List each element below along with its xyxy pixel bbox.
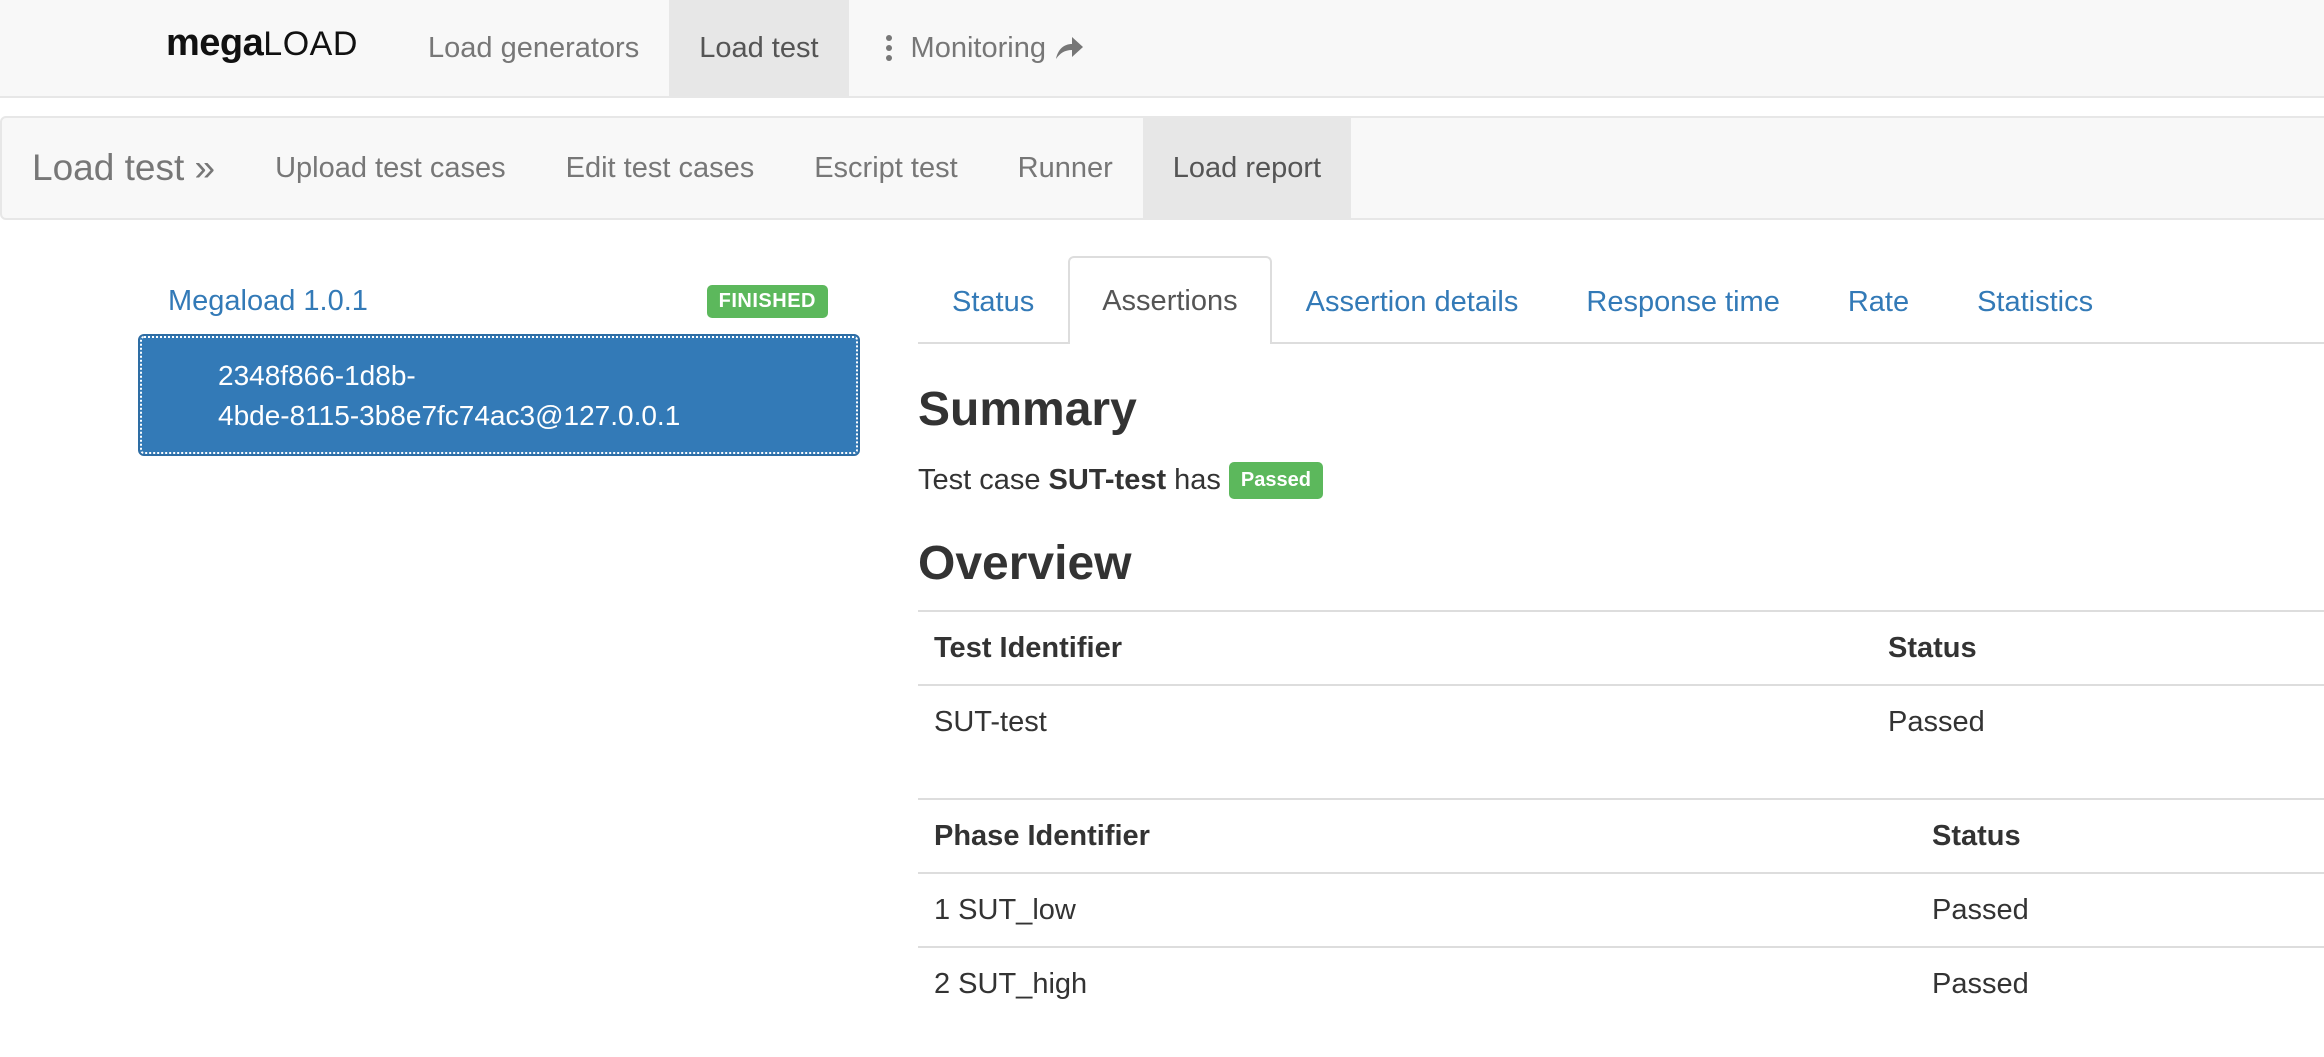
column-header: Phase Identifier <box>918 798 1916 874</box>
tab-rate[interactable]: Rate <box>1814 258 1943 344</box>
column-header: Status <box>1916 798 2324 874</box>
table-row: 1 SUT_low Passed <box>918 872 2324 947</box>
subnav-upload-test-cases[interactable]: Upload test cases <box>245 118 536 218</box>
subnav-edit-test-cases[interactable]: Edit test cases <box>536 118 785 218</box>
report-content: Status Assertions Assertion details Resp… <box>918 256 2324 1021</box>
kebab-icon <box>885 35 892 61</box>
test-list-panel: Megaload 1.0.1 FINISHED 2348f866-1d8b- 4… <box>138 270 860 456</box>
share-arrow-icon <box>1055 37 1083 59</box>
table-cell: 1 SUT_low <box>918 872 1916 947</box>
nav-monitoring-label: Monitoring <box>910 31 1046 64</box>
subnav-escript-test[interactable]: Escript test <box>784 118 987 218</box>
table-header-row: Phase Identifier Status <box>918 798 2324 874</box>
summary-text: Test case SUT-test has Passed <box>918 462 1323 499</box>
sub-navbar-title[interactable]: Load test » <box>2 118 245 218</box>
status-badge: FINISHED <box>706 284 828 318</box>
tab-assertions[interactable]: Assertions <box>1068 256 1272 344</box>
report-tabs: Status Assertions Assertion details Resp… <box>918 256 2324 344</box>
brand-logo-mega: mega <box>166 22 264 64</box>
table-cell: Passed <box>1916 872 2324 947</box>
overview-heading: Overview <box>918 537 1132 590</box>
passed-badge: Passed <box>1228 462 1323 499</box>
table-cell: SUT-test <box>918 684 1872 759</box>
test-list-header: Megaload 1.0.1 FINISHED <box>140 270 858 332</box>
selected-node-item[interactable]: 2348f866-1d8b- 4bde-8115-3b8e7fc74ac3@12… <box>138 334 860 456</box>
subnav-runner[interactable]: Runner <box>988 118 1143 218</box>
sub-nav: Upload test cases Edit test cases Escrip… <box>245 118 1352 218</box>
top-nav: Load generators Load test Monitoring <box>398 0 1114 96</box>
node-id-line-1: 2348f866-1d8b- <box>218 360 416 391</box>
column-header: Status <box>1872 610 2324 686</box>
brand-logo[interactable]: mega LOAD <box>166 22 358 72</box>
tab-response-time[interactable]: Response time <box>1552 258 1813 344</box>
node-id-line-2: 4bde-8115-3b8e7fc74ac3@127.0.0.1 <box>218 400 681 431</box>
brand-logo-load: LOAD <box>263 25 358 63</box>
subnav-load-report[interactable]: Load report <box>1142 118 1352 218</box>
test-status-table: Test Identifier Status SUT-test Passed <box>918 610 2324 759</box>
summary-verb: has <box>1174 464 1221 496</box>
table-row: SUT-test Passed <box>918 684 2324 759</box>
table-cell: 2 SUT_high <box>918 946 1916 1021</box>
summary-prefix: Test case <box>918 464 1041 496</box>
table-cell: Passed <box>1872 684 2324 759</box>
phase-status-table: Phase Identifier Status 1 SUT_low Passed… <box>918 798 2324 1021</box>
column-header: Test Identifier <box>918 610 1872 686</box>
tab-assertion-details[interactable]: Assertion details <box>1272 258 1553 344</box>
top-navbar: mega LOAD Load generators Load test Moni… <box>0 0 2324 98</box>
test-run-link[interactable]: Megaload 1.0.1 <box>168 285 368 318</box>
nav-load-generators[interactable]: Load generators <box>398 0 669 96</box>
table-row: 2 SUT_high Passed <box>918 946 2324 1021</box>
sub-navbar: Load test » Upload test cases Edit test … <box>0 116 2324 220</box>
tab-status[interactable]: Status <box>918 258 1068 344</box>
nav-load-test[interactable]: Load test <box>669 0 849 96</box>
table-cell: Passed <box>1916 946 2324 1021</box>
table-header-row: Test Identifier Status <box>918 610 2324 686</box>
summary-heading: Summary <box>918 383 1137 436</box>
tab-statistics[interactable]: Statistics <box>1943 258 2127 344</box>
summary-test-case: SUT-test <box>1048 464 1167 496</box>
nav-monitoring[interactable]: Monitoring <box>849 0 1114 96</box>
